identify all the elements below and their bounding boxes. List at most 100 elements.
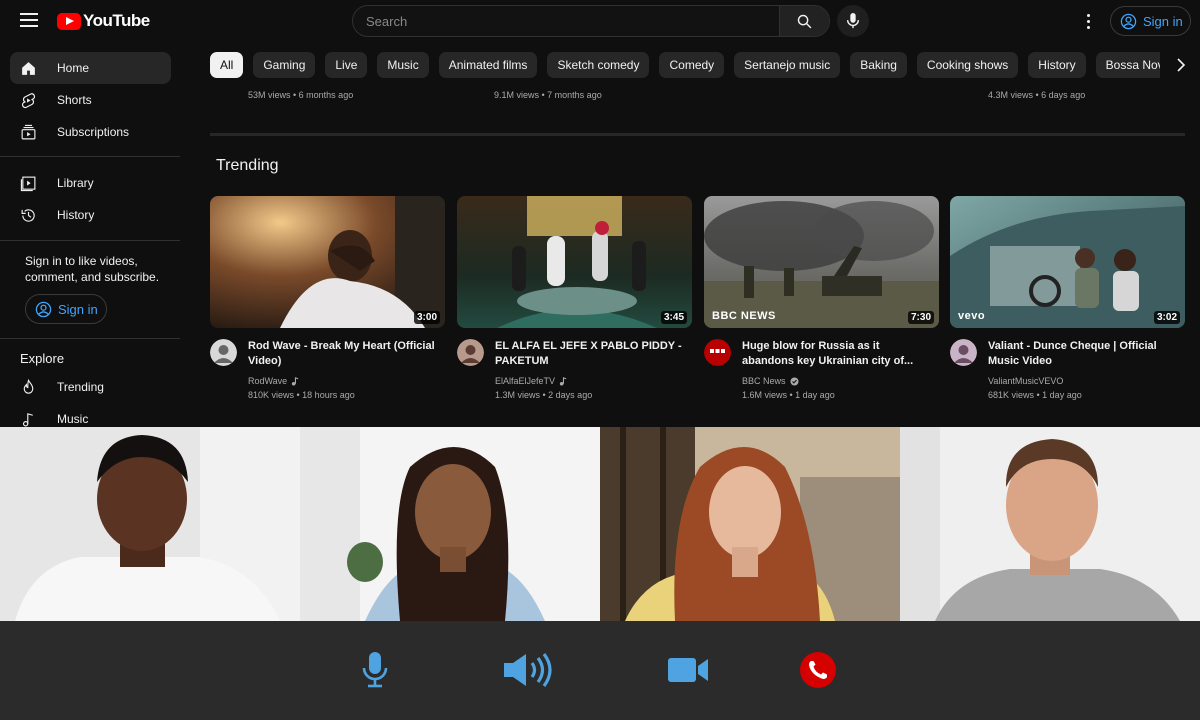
channel-name[interactable]: BBC News: [742, 376, 799, 386]
video-thumbnail[interactable]: vevo 3:02: [950, 196, 1185, 328]
search-input[interactable]: [353, 6, 779, 36]
participant-tile[interactable]: [0, 427, 300, 621]
participant-video: [0, 427, 300, 621]
channel-label: ValiantMusicVEVO: [988, 376, 1064, 386]
video-meta: 1.3M views • 2 days ago: [495, 390, 593, 400]
sidebar-item-label: Trending: [57, 380, 104, 394]
top-bar: YouTube Sign in: [0, 0, 1200, 42]
sign-in-label: Sign in: [58, 301, 98, 317]
voice-search-button[interactable]: [837, 5, 869, 37]
channel-avatar[interactable]: [950, 339, 977, 366]
channel-label: ElAlfaElJefeTV: [495, 376, 556, 386]
participant-tile[interactable]: [600, 427, 900, 621]
sidebar-divider: [0, 338, 180, 339]
subscriptions-icon: [21, 124, 36, 139]
sidebar-divider: [0, 156, 180, 157]
sidebar-item-label: Subscriptions: [57, 125, 130, 139]
video-meta: 53M views • 6 months ago: [248, 90, 354, 100]
video-duration: 3:02: [1153, 311, 1180, 324]
video-title[interactable]: Huge blow for Russia as it abandons key …: [742, 339, 934, 369]
search-button[interactable]: [779, 6, 829, 36]
thumbnail-image: [704, 196, 939, 328]
video-title[interactable]: Rod Wave - Break My Heart (Official Vide…: [248, 339, 440, 369]
chip-sketch-comedy[interactable]: Sketch comedy: [547, 52, 650, 78]
participant-tile[interactable]: [900, 427, 1200, 621]
microphone-icon: [362, 652, 388, 688]
sidebar-item-label: History: [57, 208, 95, 222]
search-box: [352, 5, 830, 37]
video-call-panel: [0, 427, 1200, 720]
sidebar-item-music[interactable]: Music: [10, 403, 171, 427]
thumbnail-image: [210, 196, 445, 328]
channel-name[interactable]: ElAlfaElJefeTV: [495, 376, 567, 386]
channel-name[interactable]: ValiantMusicVEVO: [988, 376, 1063, 386]
video-thumbnail[interactable]: 3:00: [210, 196, 445, 328]
vevo-watermark: vevo: [958, 310, 986, 322]
chip-all[interactable]: All: [210, 52, 244, 78]
chips-next-button[interactable]: [1168, 52, 1194, 78]
account-icon: [1120, 13, 1137, 29]
end-call-button[interactable]: [796, 642, 840, 698]
speaker-button[interactable]: [500, 642, 556, 698]
video-duration: 3:00: [413, 311, 440, 324]
sidebar-item-shorts[interactable]: Shorts: [10, 84, 171, 116]
library-icon: [20, 176, 36, 191]
trending-heading: Trending: [216, 157, 279, 174]
video-thumbnail[interactable]: 3:45: [457, 196, 692, 328]
channel-label: RodWave: [248, 376, 288, 386]
channel-avatar[interactable]: [210, 339, 237, 366]
participant-video: [300, 427, 600, 621]
youtube-logo[interactable]: YouTube: [57, 11, 150, 31]
chip-music[interactable]: Music: [377, 52, 429, 78]
chip-cooking-shows[interactable]: Cooking shows: [916, 52, 1019, 78]
youtube-window: YouTube Sign in Home Shorts Subscrip: [0, 0, 1200, 427]
chip-live[interactable]: Live: [325, 52, 368, 78]
menu-icon[interactable]: [20, 13, 38, 27]
sidebar-item-library[interactable]: Library: [10, 167, 171, 199]
chip-animated-films[interactable]: Animated films: [438, 52, 538, 78]
chevron-right-icon: [1177, 58, 1186, 72]
sidebar-item-history[interactable]: History: [10, 199, 171, 231]
sidebar: Home Shorts Subscriptions Library Histor…: [0, 42, 180, 427]
video-title[interactable]: EL ALFA EL JEFE X PABLO PIDDY - PAKETUM: [495, 339, 687, 369]
bbc-news-watermark: BBC NEWS: [712, 310, 776, 322]
video-thumbnail[interactable]: BBC NEWS 7:30: [704, 196, 939, 328]
section-divider: [210, 133, 1185, 136]
music-note-icon: [559, 376, 567, 386]
explore-heading: Explore: [20, 351, 65, 366]
channel-avatar[interactable]: [704, 339, 731, 366]
video-card[interactable]: BBC NEWS 7:30 Huge blow for Russia as it…: [704, 196, 939, 400]
home-icon: [22, 61, 35, 75]
chip-bossa-nova[interactable]: Bossa Nova: [1095, 52, 1160, 78]
chip-gaming[interactable]: Gaming: [253, 52, 316, 78]
category-chips: All Gaming Live Music Animated films Ske…: [210, 52, 1160, 78]
participant-tile[interactable]: [300, 427, 600, 621]
sidebar-item-subscriptions[interactable]: Subscriptions: [10, 116, 171, 148]
channel-label: BBC News: [742, 376, 786, 386]
chip-comedy[interactable]: Comedy: [659, 52, 725, 78]
video-card[interactable]: 3:45 EL ALFA EL JEFE X PABLO PIDDY - PAK…: [457, 196, 692, 400]
thumbnail-image: [457, 196, 692, 328]
camera-icon: [668, 658, 708, 682]
settings-more-button[interactable]: [1078, 10, 1098, 32]
sidebar-item-home[interactable]: Home: [10, 52, 171, 84]
end-call-icon: [800, 652, 836, 688]
sign-in-button[interactable]: Sign in: [1110, 6, 1191, 36]
video-card[interactable]: 3:00 Rod Wave - Break My Heart (Official…: [210, 196, 445, 400]
mute-microphone-button[interactable]: [352, 642, 398, 698]
sidebar-item-trending[interactable]: Trending: [10, 371, 171, 403]
toggle-camera-button[interactable]: [664, 642, 712, 698]
participant-video: [600, 427, 900, 621]
sidebar-item-label: Music: [57, 412, 89, 426]
sidebar-item-label: Home: [57, 61, 90, 75]
video-card[interactable]: vevo 3:02 Valiant - Dunce Cheque | Offic…: [950, 196, 1185, 400]
channel-name[interactable]: RodWave: [248, 376, 299, 386]
video-title[interactable]: Valiant - Dunce Cheque | Official Music …: [988, 339, 1180, 369]
channel-avatar[interactable]: [457, 339, 484, 366]
sidebar-sign-in-button[interactable]: Sign in: [25, 294, 107, 324]
chip-history[interactable]: History: [1028, 52, 1086, 78]
logo-text: YouTube: [83, 11, 150, 30]
chip-sertanejo-music[interactable]: Sertanejo music: [734, 52, 841, 78]
microphone-icon: [846, 13, 860, 29]
chip-baking[interactable]: Baking: [850, 52, 907, 78]
